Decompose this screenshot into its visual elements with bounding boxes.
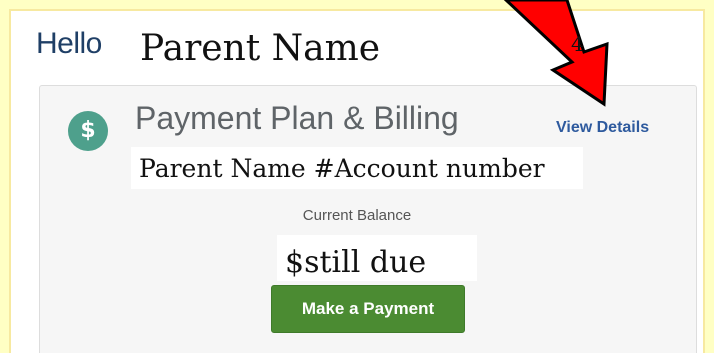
- make-payment-button[interactable]: Make a Payment: [271, 285, 465, 333]
- view-details-link[interactable]: View Details: [556, 119, 649, 137]
- step-number-label: 4: [571, 32, 584, 56]
- account-info: Parent Name #Account number: [131, 147, 583, 189]
- card-title: Payment Plan & Billing: [135, 100, 459, 136]
- current-balance-label: Current Balance: [302, 207, 412, 224]
- dollar-icon: $: [68, 111, 108, 151]
- balance-value: $still due: [277, 235, 477, 281]
- hello-greeting: Hello: [36, 27, 102, 60]
- parent-name-heading: Parent Name: [140, 28, 381, 69]
